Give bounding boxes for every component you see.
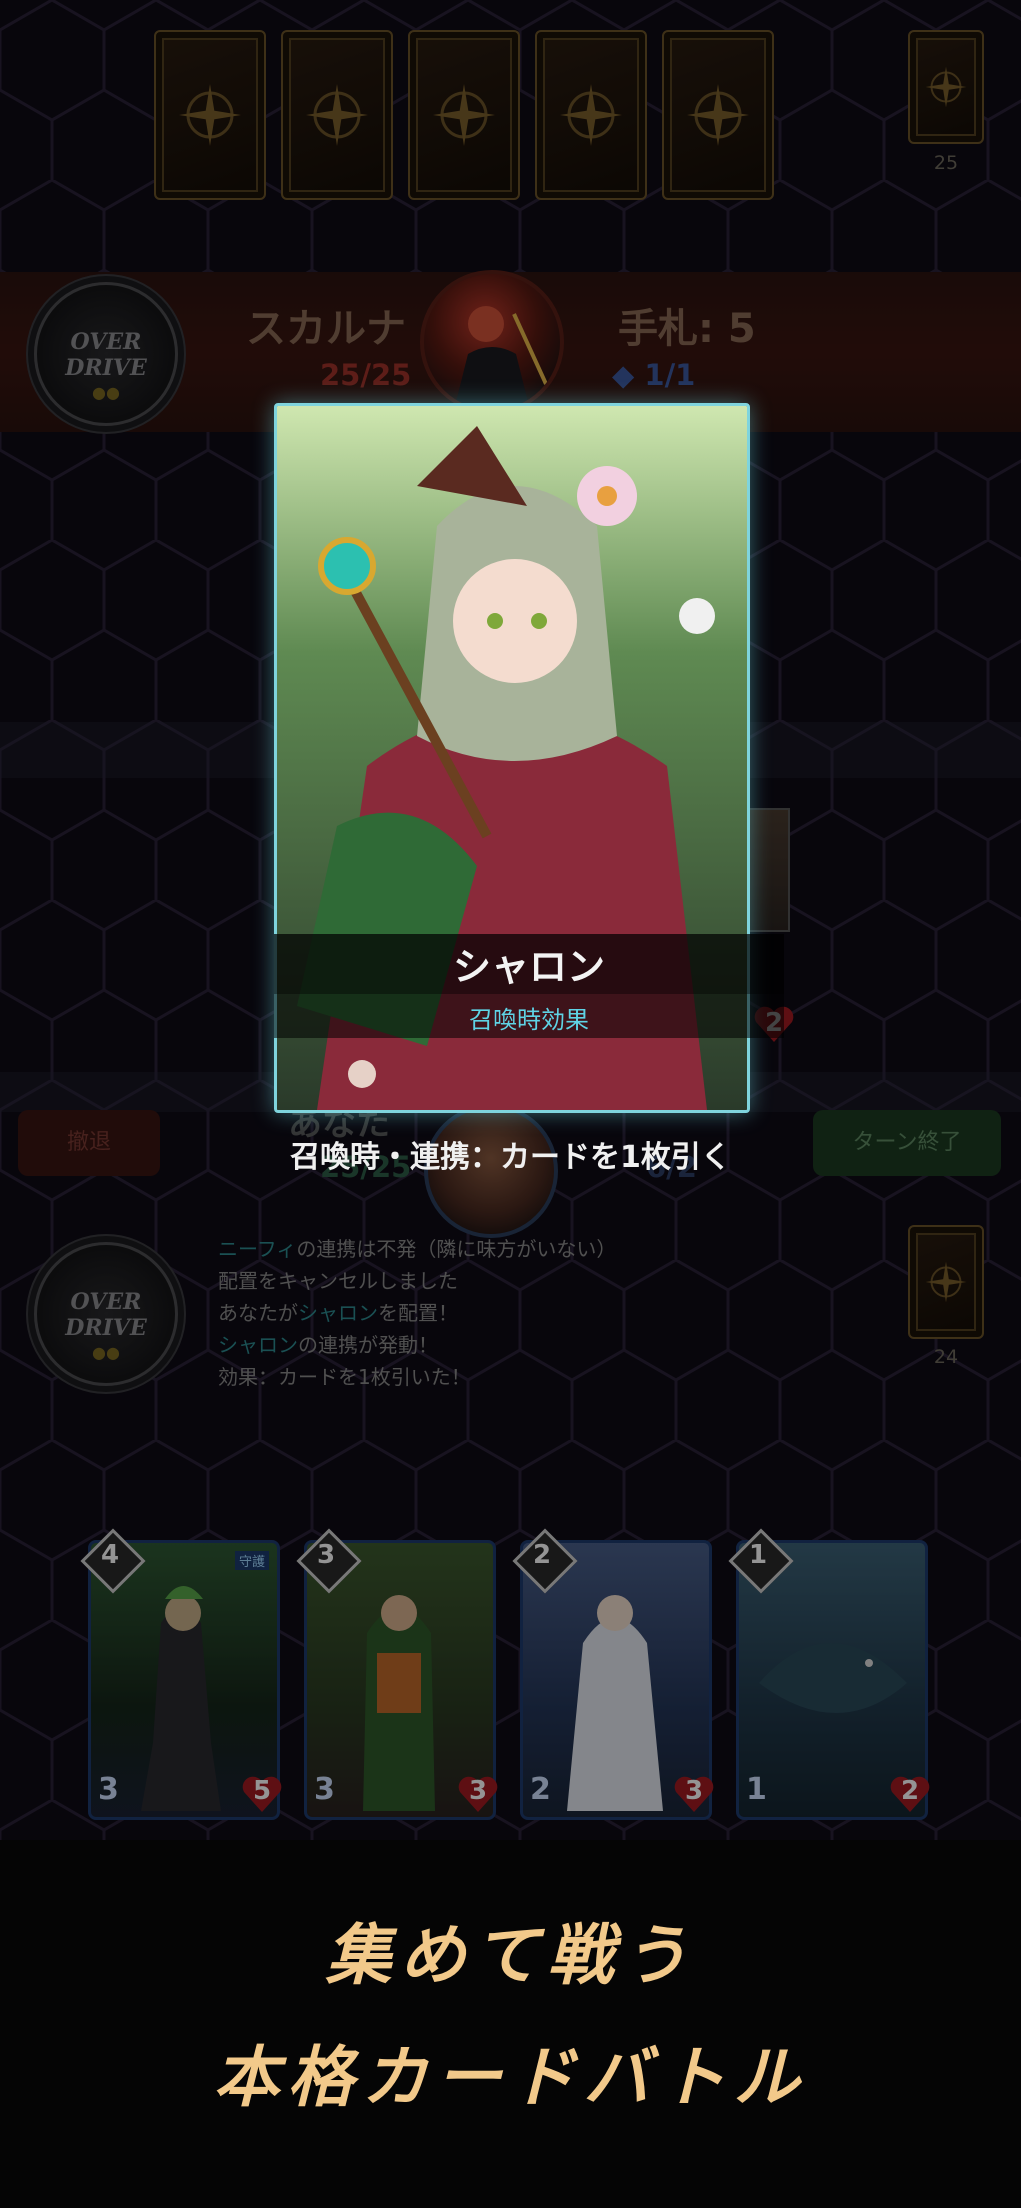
tagline-2: 本格カードバトル [213,2038,808,2116]
tagline-1: 集めて戦う [325,1916,696,1994]
card-preview-name: シャロン [452,945,605,989]
card-preview-subtitle: 召喚時効果 [469,1006,589,1034]
card-preview-effect: 召喚時・連携：カードを1枚引く [290,1140,731,1175]
promo-banner: 集めて戦う 本格カードバトル [0,1840,1021,2208]
